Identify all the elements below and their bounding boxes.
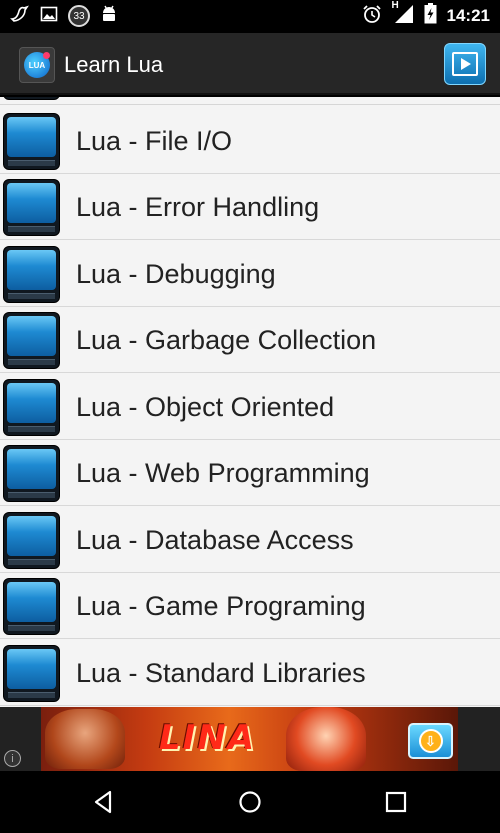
list-item-label: Lua - File I/O	[76, 126, 233, 156]
list-item[interactable]: Lua - Database Access	[0, 507, 500, 573]
ad-character-left	[45, 709, 125, 769]
list-item[interactable]: Lua - Debugging	[0, 241, 500, 307]
lua-logo-dot	[43, 52, 50, 59]
battery-charging-icon	[424, 3, 437, 29]
ad-banner-text: LINA	[159, 718, 257, 758]
play-icon	[452, 52, 478, 76]
list-item[interactable]: Lua - Object Oriented	[0, 374, 500, 440]
ad-banner[interactable]: LINA ⇩	[41, 707, 458, 771]
download-icon: ⇩	[418, 729, 443, 753]
list-item[interactable]: Lua - Standard Libraries	[0, 640, 500, 706]
list-item[interactable]: Lua - File I/O	[0, 108, 500, 174]
ad-character-right	[286, 707, 366, 771]
list-item[interactable]: Lua - Web Programming	[0, 440, 500, 506]
ad-download-button[interactable]: ⇩	[408, 723, 453, 759]
status-time: 14:21	[446, 6, 490, 25]
image-icon	[40, 5, 58, 28]
list-item-label: Lua - Database Access	[76, 525, 354, 555]
book-icon	[3, 379, 60, 436]
book-icon	[3, 246, 60, 303]
list-item[interactable]: Lua - Garbage Collection	[0, 307, 500, 373]
book-icon	[3, 645, 60, 702]
notification-count-badge: 33	[68, 5, 90, 27]
list-item-label: Lua - Object Oriented	[76, 392, 335, 422]
android-icon	[100, 4, 118, 29]
status-right-icons: H 14:21	[362, 0, 490, 29]
book-icon	[3, 179, 60, 236]
list-item-partial[interactable]	[0, 97, 500, 105]
list-item-label: Lua - Game Programing	[76, 591, 366, 621]
list-item-label: Lua - Error Handling	[76, 192, 320, 222]
book-icon	[3, 97, 60, 100]
play-store-button[interactable]	[444, 43, 486, 85]
book-icon	[3, 312, 60, 369]
back-icon[interactable]	[92, 790, 116, 814]
network-type-label: H	[391, 0, 399, 11]
list-item-label: Lua - Garbage Collection	[76, 325, 377, 355]
list-item-label: Lua - Debugging	[76, 259, 276, 289]
status-bar: 33 H 14:21	[0, 0, 500, 33]
alarm-icon	[362, 4, 382, 29]
app-icon-text: LUA	[28, 60, 46, 70]
navigation-bar	[0, 771, 500, 833]
home-icon[interactable]	[238, 790, 262, 814]
list-item[interactable]: Lua - Error Handling	[0, 174, 500, 240]
app-title: Learn Lua	[64, 52, 164, 77]
book-icon	[3, 578, 60, 635]
book-icon	[3, 113, 60, 170]
list-item-label: Lua - Web Programming	[76, 458, 370, 488]
list-item[interactable]: Lua - Game Programing	[0, 573, 500, 639]
app-icon[interactable]: LUA	[19, 47, 55, 83]
ad-area: i LINA ⇩	[0, 707, 500, 771]
topic-list[interactable]: Lua - File I/O Lua - Error Handling Lua …	[0, 97, 500, 707]
ad-info-icon[interactable]: i	[4, 750, 21, 767]
lua-logo-icon: LUA	[24, 52, 50, 78]
network-h-icon: H	[392, 0, 414, 29]
bird-icon	[10, 5, 30, 28]
recent-apps-icon[interactable]	[385, 791, 407, 813]
book-icon	[3, 512, 60, 569]
list-item-label: Lua - Standard Libraries	[76, 658, 366, 688]
action-bar: LUA Learn Lua	[0, 33, 500, 95]
book-icon	[3, 445, 60, 502]
status-left-icons: 33	[10, 5, 118, 27]
